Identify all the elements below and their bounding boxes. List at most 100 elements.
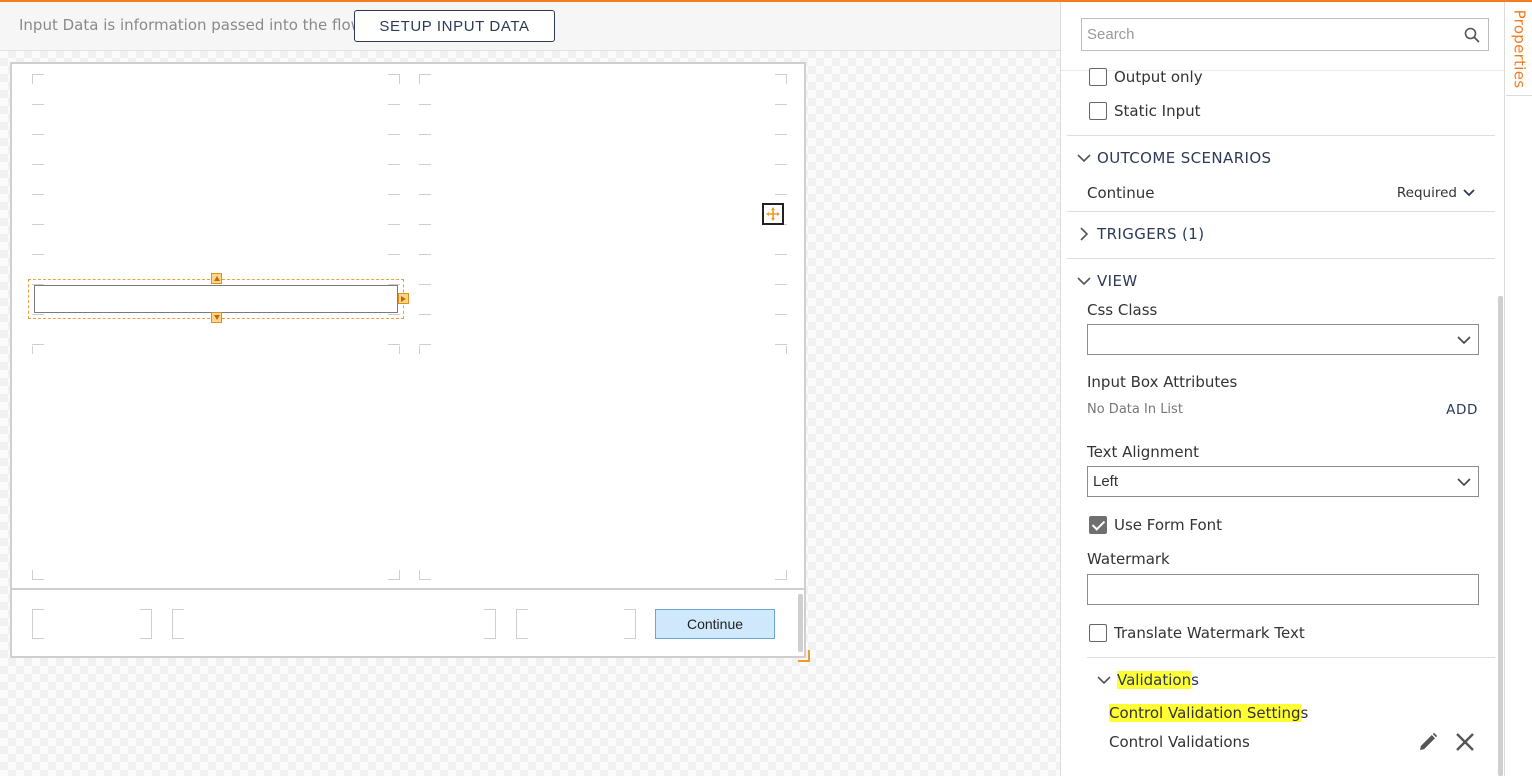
- tab-properties[interactable]: Properties: [1506, 2, 1532, 96]
- guide-tick: [775, 104, 787, 105]
- guide-corner: [419, 579, 431, 580]
- use-form-font-checkbox[interactable]: [1089, 516, 1107, 534]
- guide-tick: [388, 254, 400, 255]
- guide-tick: [32, 254, 44, 255]
- form-designer-canvas[interactable]: Input Data is information passed into th…: [0, 2, 1060, 776]
- guide-tick: [775, 284, 787, 285]
- validations-title: Validations: [1117, 671, 1199, 689]
- guide-tick: [32, 194, 44, 195]
- guide-corner: [388, 579, 400, 580]
- form-footer-panel: Continue: [12, 588, 804, 656]
- guide-corner: [786, 74, 787, 84]
- move-icon[interactable]: [762, 203, 784, 225]
- chevron-down-icon: [1097, 676, 1111, 685]
- guide-corner: [419, 74, 420, 84]
- chevron-down-icon: [1077, 277, 1091, 286]
- form-frame: Continue: [10, 62, 806, 658]
- guide-tick: [32, 346, 33, 354]
- footer-slot-guide: [140, 609, 152, 639]
- watermark-label: Watermark: [1087, 550, 1170, 568]
- guide-tick: [775, 254, 787, 255]
- add-attribute-link[interactable]: ADD: [1446, 402, 1478, 418]
- guide-tick: [419, 194, 431, 195]
- css-class-select[interactable]: [1087, 324, 1479, 355]
- text-alignment-select[interactable]: Left: [1087, 466, 1479, 497]
- guide-corner: [775, 579, 787, 580]
- guide-tick: [775, 194, 787, 195]
- divider: [1067, 135, 1495, 136]
- search-icon[interactable]: [1464, 27, 1480, 43]
- guide-tick: [419, 314, 431, 315]
- guide-tick: [419, 104, 431, 105]
- input-data-banner: Input Data is information passed into th…: [0, 2, 1060, 51]
- guide-tick: [419, 134, 431, 135]
- input-box-attributes-label: Input Box Attributes: [1087, 373, 1238, 391]
- guide-tick: [388, 224, 400, 225]
- resize-handle-right[interactable]: [398, 293, 409, 304]
- guide-tick: [32, 104, 44, 105]
- outcome-required-label: Required: [1396, 185, 1457, 201]
- left-column-guide: [32, 74, 400, 580]
- output-only-checkbox[interactable]: [1089, 68, 1107, 86]
- guide-tick: [775, 314, 787, 315]
- guide-tick: [32, 74, 44, 75]
- section-view[interactable]: VIEW: [1075, 272, 1138, 290]
- static-input-checkbox[interactable]: [1089, 102, 1107, 120]
- guide-tick: [775, 164, 787, 165]
- section-triggers[interactable]: TRIGGERS (1): [1075, 225, 1205, 243]
- watermark-input[interactable]: [1087, 574, 1479, 605]
- textbox-preview[interactable]: [34, 285, 398, 313]
- close-icon[interactable]: [1454, 731, 1476, 753]
- guide-tick: [388, 104, 400, 105]
- divider: [1087, 657, 1495, 658]
- guide-corner: [32, 74, 33, 84]
- guide-tick: [419, 284, 431, 285]
- outcome-required-dropdown[interactable]: Required: [1397, 185, 1476, 201]
- continue-button[interactable]: Continue: [655, 609, 775, 639]
- guide-tick: [399, 346, 400, 354]
- chevron-down-icon: [1077, 154, 1091, 163]
- footer-slot-guide: [484, 609, 496, 639]
- pencil-icon[interactable]: [1417, 731, 1439, 753]
- output-only-label: Output only: [1114, 68, 1203, 86]
- form-resize-handle[interactable]: [798, 650, 810, 662]
- footer-slot-guide: [624, 609, 636, 639]
- search-input[interactable]: [1082, 19, 1452, 50]
- text-alignment-label: Text Alignment: [1087, 443, 1199, 461]
- guide-tick: [388, 344, 400, 345]
- static-input-option[interactable]: Static Input: [1089, 102, 1201, 120]
- properties-scrollbar[interactable]: [1498, 296, 1503, 776]
- guide-tick: [388, 134, 400, 135]
- use-form-font-option[interactable]: Use Form Font: [1089, 516, 1222, 534]
- chevron-down-icon: [1457, 478, 1471, 487]
- output-only-option[interactable]: Output only: [1089, 68, 1203, 86]
- divider: [1067, 211, 1495, 212]
- selected-textbox-control[interactable]: [28, 273, 409, 323]
- side-tab-strip: Properties: [1504, 2, 1532, 776]
- resize-handle-bottom[interactable]: [211, 312, 222, 323]
- chevron-down-icon: [1463, 189, 1475, 197]
- divider: [1067, 258, 1495, 259]
- section-outcome-scenarios[interactable]: OUTCOME SCENARIOS: [1075, 149, 1271, 167]
- search-box: [1081, 18, 1489, 51]
- translate-watermark-option[interactable]: Translate Watermark Text: [1089, 624, 1305, 642]
- input-data-info-text: Input Data is information passed into th…: [19, 16, 363, 34]
- triggers-title: TRIGGERS (1): [1097, 225, 1205, 243]
- guide-tick: [419, 346, 420, 354]
- footer-scrollbar[interactable]: [798, 594, 803, 652]
- guide-tick: [388, 194, 400, 195]
- chevron-down-icon: [1457, 336, 1471, 345]
- outcome-scenarios-title: OUTCOME SCENARIOS: [1097, 149, 1272, 167]
- translate-watermark-checkbox[interactable]: [1089, 624, 1107, 642]
- section-validations[interactable]: Validations: [1095, 671, 1199, 689]
- footer-slot-guide: [32, 609, 44, 639]
- setup-input-data-button[interactable]: SETUP INPUT DATA: [354, 10, 555, 42]
- guide-tick: [32, 134, 44, 135]
- guide-tick: [388, 164, 400, 165]
- footer-slot-guide: [516, 609, 528, 639]
- guide-tick: [786, 346, 787, 354]
- resize-handle-top[interactable]: [211, 273, 222, 284]
- text-alignment-value: Left: [1093, 473, 1119, 490]
- chevron-right-icon: [1080, 227, 1089, 241]
- guide-tick: [32, 224, 44, 225]
